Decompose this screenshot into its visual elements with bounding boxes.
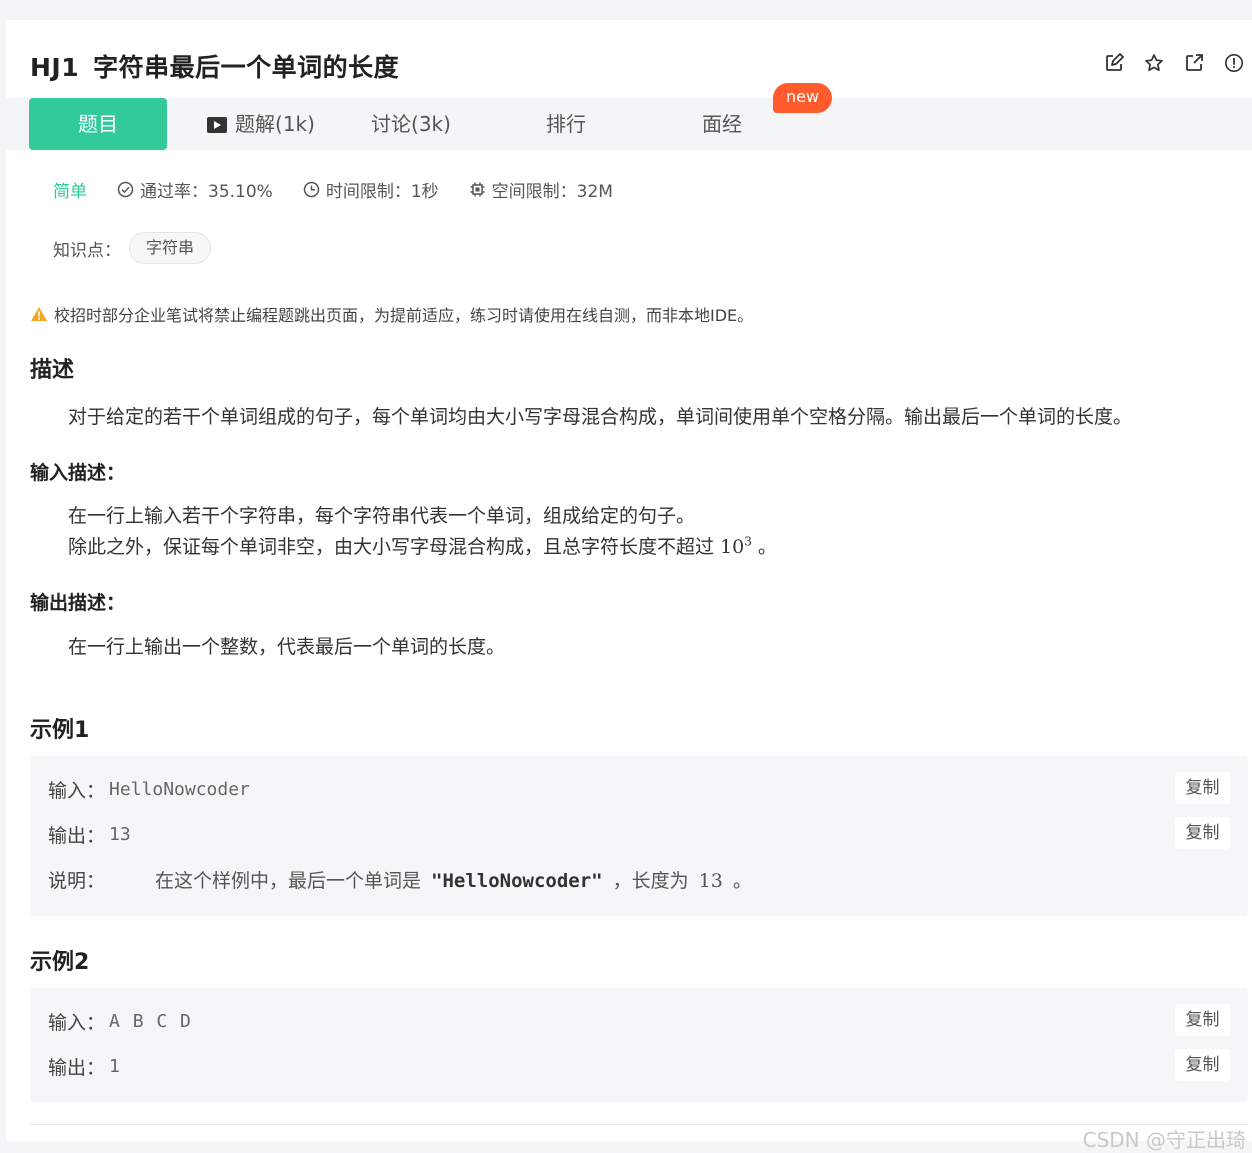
tab-solutions-label: 题解(1k) <box>235 112 315 136</box>
example2-input-row: 输入： A B C D <box>48 1008 191 1035</box>
example1-note-row: 说明： 在这个样例中，最后一个单词是 "HelloNowcoder" ，长度为 13 。 <box>48 866 752 893</box>
title-actions <box>1104 53 1244 73</box>
share-icon[interactable] <box>1184 53 1204 73</box>
note-mid: ，长度为 <box>612 870 689 892</box>
report-icon[interactable] <box>1224 53 1244 73</box>
knowledge-label: 知识点： <box>53 240 121 261</box>
warning-notice: 校招时部分企业笔试将禁止编程题跳出页面，为提前适应，练习时请使用在线自测，而非本… <box>30 302 753 326</box>
pass-rate: 通过率：35.10% <box>117 177 273 202</box>
video-icon <box>207 117 228 133</box>
output-desc-text: 在一行上输出一个整数，代表最后一个单词的长度。 <box>68 636 506 658</box>
tab-solutions[interactable]: 题解(1k) <box>196 98 326 150</box>
watermark: CSDN @守正出琦 <box>1082 1128 1246 1152</box>
warning-icon <box>31 307 47 321</box>
tab-discussion[interactable]: 讨论(3k) <box>356 98 466 150</box>
example2-input-copy-button[interactable]: 复制 <box>1175 1004 1230 1036</box>
description-heading: 描述 <box>30 358 75 383</box>
top-strip <box>0 0 1252 20</box>
example1-input-row: 输入： HelloNowcoder <box>48 776 250 803</box>
output-desc-heading: 输出描述： <box>30 592 126 614</box>
example1-output-label: 输出： <box>48 825 106 847</box>
example1-output-copy-button[interactable]: 复制 <box>1175 817 1230 849</box>
check-circle-icon <box>117 181 134 198</box>
example2-input-label: 输入： <box>48 1012 106 1034</box>
input-desc-line2: 除此之外，保证每个单词非空，由大小写字母混合构成，且总字符长度不超过 103 。 <box>68 532 777 559</box>
example2-output-copy-button[interactable]: 复制 <box>1175 1049 1230 1081</box>
note-suffix: 。 <box>732 870 752 892</box>
clock-icon <box>303 181 320 198</box>
chip-icon <box>470 182 485 197</box>
example1-input-value: HelloNowcoder <box>109 779 250 800</box>
example1-box: 输入： HelloNowcoder 复制 输出： 13 复制 说明： 在这个样例… <box>30 756 1248 916</box>
example1-input-label: 输入： <box>48 780 106 802</box>
tab-problem[interactable]: 题目 <box>29 98 167 150</box>
tab-interview[interactable]: 面经 <box>672 98 772 150</box>
time-limit-text: 时间限制：1秒 <box>325 182 439 202</box>
problem-meta: 简单 通过率：35.10% 时间限制：1秒 空间限制：32M <box>53 177 643 202</box>
knowledge-tag[interactable]: 字符串 <box>129 232 212 264</box>
warning-text: 校招时部分企业笔试将禁止编程题跳出页面，为提前适应，练习时请使用在线自测，而非本… <box>54 306 754 325</box>
edit-icon[interactable] <box>1104 53 1124 73</box>
example2-output-value: 1 <box>109 1056 120 1077</box>
problem-code: HJ1 <box>30 53 80 82</box>
star-icon[interactable] <box>1144 53 1164 73</box>
example1-note-label: 说明： <box>48 870 106 892</box>
problem-title: 字符串最后一个单词的长度 <box>93 53 400 82</box>
pass-rate-text: 通过率：35.10% <box>140 182 273 202</box>
bottom-divider <box>30 1124 1248 1125</box>
note-num: 13 <box>698 870 723 892</box>
example2-input-value: A B C D <box>109 1011 191 1032</box>
example1-output-value: 13 <box>109 824 131 845</box>
example2-box: 输入： A B C D 复制 输出： 1 复制 <box>30 988 1248 1102</box>
note-prefix: 在这个样例中，最后一个单词是 <box>155 870 422 892</box>
example1-note: 在这个样例中，最后一个单词是 "HelloNowcoder" ，长度为 13 。 <box>155 866 752 893</box>
space-limit-text: 空间限制：32M <box>491 182 613 202</box>
example2-output-row: 输出： 1 <box>48 1053 120 1080</box>
input-desc-power: 103 <box>720 534 752 558</box>
input-desc-line2-suffix: 。 <box>751 536 777 558</box>
time-limit: 时间限制：1秒 <box>303 177 439 202</box>
example2-heading: 示例2 <box>30 950 90 975</box>
page-title: HJ1 字符串最后一个单词的长度 <box>30 48 399 84</box>
example2-output-label: 输出： <box>48 1057 106 1079</box>
new-badge: new <box>773 83 832 113</box>
power-exponent: 3 <box>744 534 752 549</box>
input-desc-line2-prefix: 除此之外，保证每个单词非空，由大小写字母混合构成，且总字符长度不超过 <box>68 536 721 558</box>
title-row: HJ1 字符串最后一个单词的长度 <box>30 48 399 84</box>
note-word: "HelloNowcoder" <box>431 870 603 892</box>
power-base: 10 <box>720 536 745 558</box>
tab-bar: 题目 题解(1k) 讨论(3k) 排行 面经 <box>6 98 1252 150</box>
input-desc-line1: 在一行上输入若干个字符串，每个字符串代表一个单词，组成给定的句子。 <box>68 505 696 527</box>
difficulty-label: 简单 <box>53 182 87 202</box>
space-limit: 空间限制：32M <box>469 177 613 202</box>
description-text: 对于给定的若干个单词组成的句子，每个单词均由大小写字母混合构成，单词间使用单个空… <box>68 406 1133 428</box>
example1-input-copy-button[interactable]: 复制 <box>1175 772 1230 804</box>
tab-ranking[interactable]: 排行 <box>516 98 616 150</box>
input-desc-heading: 输入描述： <box>30 462 126 484</box>
knowledge-points: 知识点： 字符串 <box>53 232 212 264</box>
example1-output-row: 输出： 13 <box>48 821 131 848</box>
example1-heading: 示例1 <box>30 718 90 743</box>
problem-card: HJ1 字符串最后一个单词的长度 题目 题解(1k) 讨论(3k) 排行 面经 n… <box>6 20 1252 1152</box>
